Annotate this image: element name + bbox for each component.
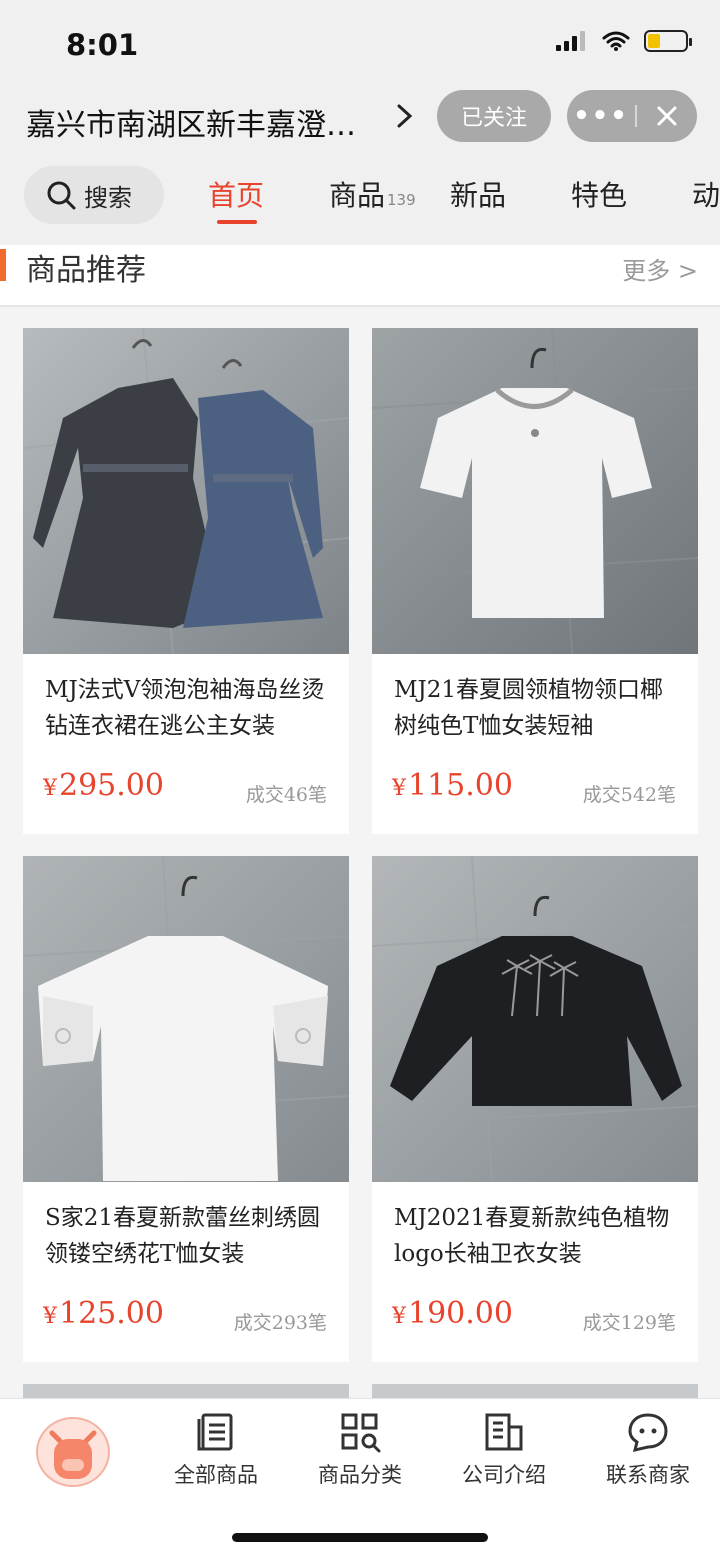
product-card[interactable]: MJ2021春夏新款纯色植物logo长袖卫衣女装 ¥190.00 成交129笔 <box>372 856 698 1362</box>
close-button[interactable] <box>637 105 697 127</box>
currency-symbol: ¥ <box>392 776 406 801</box>
shop-title[interactable]: 嘉兴市南湖区新丰嘉澄… <box>26 100 356 144</box>
bottom-tab-bar: 全部商品 商品分类 公司介绍 联系商家 <box>0 1398 720 1558</box>
top-bar: 8:01 嘉兴市南湖区新丰嘉澄… 已关注 ••• 搜索 首页 商品 139 新品… <box>0 0 720 245</box>
product-image[interactable] <box>372 328 698 654</box>
chevron-right-icon[interactable] <box>395 96 415 145</box>
title-row: 嘉兴市南湖区新丰嘉澄… 已关注 ••• <box>0 88 720 148</box>
more-menu-button[interactable]: ••• <box>567 101 635 131</box>
product-price: ¥125.00 <box>43 1296 164 1331</box>
product-name[interactable]: S家21春夏新款蕾丝刺绣圆领镂空绣花T恤女装 <box>45 1200 335 1272</box>
currency-symbol: ¥ <box>392 1304 406 1329</box>
more-link[interactable]: 更多 > <box>622 251 698 286</box>
status-time: 8:01 <box>66 28 139 62</box>
deal-count: 成交129笔 <box>582 1312 676 1334</box>
product-card-partial[interactable] <box>372 1384 698 1398</box>
tab-company-intro[interactable]: 公司介绍 <box>434 1411 574 1489</box>
product-card-partial[interactable] <box>23 1384 349 1398</box>
price-value: 190.00 <box>408 1296 513 1331</box>
tab-contact-seller[interactable]: 联系商家 <box>578 1411 718 1489</box>
product-card[interactable]: MJ21春夏圆领植物领口椰树纯色T恤女装短袖 ¥115.00 成交542笔 <box>372 328 698 834</box>
tab-all-products[interactable]: 全部商品 <box>146 1411 286 1489</box>
tab-label: 全部商品 <box>174 1463 258 1487</box>
tab-home[interactable]: 首页 <box>208 174 264 214</box>
category-grid-icon <box>341 1413 381 1453</box>
section-title: 商品推荐 <box>26 253 146 288</box>
wifi-icon <box>602 31 630 51</box>
deal-count: 成交293笔 <box>233 1312 327 1334</box>
tab-categories[interactable]: 商品分类 <box>290 1411 430 1489</box>
follow-button[interactable]: 已关注 <box>437 90 551 142</box>
product-name[interactable]: MJ法式V领泡泡袖海岛丝烫钻连衣裙在逃公主女装 <box>45 672 335 744</box>
battery-icon <box>644 30 692 52</box>
tab-dynamic[interactable]: 动 <box>692 174 720 214</box>
tab-featured[interactable]: 特色 <box>571 174 627 214</box>
mascot-icon <box>49 1430 97 1479</box>
product-price: ¥190.00 <box>392 1296 513 1331</box>
product-image[interactable] <box>23 856 349 1182</box>
search-icon <box>47 181 76 210</box>
tab-label: 联系商家 <box>606 1463 690 1487</box>
signal-icon <box>556 31 585 51</box>
search-label: 搜索 <box>84 183 132 212</box>
status-icons <box>556 30 692 52</box>
section-accent-bar <box>0 249 6 281</box>
product-card[interactable]: S家21春夏新款蕾丝刺绣圆领镂空绣花T恤女装 ¥125.00 成交293笔 <box>23 856 349 1362</box>
tab-products-count: 139 <box>387 191 416 209</box>
shop-avatar[interactable] <box>36 1417 110 1487</box>
product-price: ¥295.00 <box>43 768 164 803</box>
mini-program-capsule: ••• <box>567 90 697 142</box>
deal-count: 成交542笔 <box>582 784 676 806</box>
tab-products-label: 商品 <box>329 179 386 212</box>
tab-label: 公司介绍 <box>462 1463 546 1487</box>
tab-products[interactable]: 商品 139 <box>329 174 416 214</box>
deal-count: 成交46笔 <box>245 784 327 806</box>
product-card[interactable]: MJ法式V领泡泡袖海岛丝烫钻连衣裙在逃公主女装 ¥295.00 成交46笔 <box>23 328 349 834</box>
price-value: 115.00 <box>408 768 513 803</box>
currency-symbol: ¥ <box>43 1304 57 1329</box>
list-icon <box>197 1413 233 1451</box>
search-button[interactable]: 搜索 <box>24 166 164 224</box>
shop-nav: 搜索 首页 商品 139 新品 特色 动 <box>0 166 720 224</box>
product-image[interactable] <box>372 856 698 1182</box>
building-icon <box>485 1413 523 1451</box>
price-value: 125.00 <box>59 1296 164 1331</box>
tab-label: 商品分类 <box>318 1463 402 1487</box>
product-price: ¥115.00 <box>392 768 513 803</box>
product-image[interactable] <box>23 328 349 654</box>
product-name[interactable]: MJ21春夏圆领植物领口椰树纯色T恤女装短袖 <box>394 672 684 744</box>
home-indicator[interactable] <box>232 1533 488 1542</box>
close-icon <box>657 106 677 126</box>
active-tab-indicator <box>217 220 257 224</box>
currency-symbol: ¥ <box>43 776 57 801</box>
tab-new[interactable]: 新品 <box>450 174 506 214</box>
product-name[interactable]: MJ2021春夏新款纯色植物logo长袖卫衣女装 <box>394 1200 684 1272</box>
recommend-section-header: 商品推荐 更多 > <box>0 245 720 307</box>
price-value: 295.00 <box>59 768 164 803</box>
chat-icon <box>628 1413 668 1453</box>
